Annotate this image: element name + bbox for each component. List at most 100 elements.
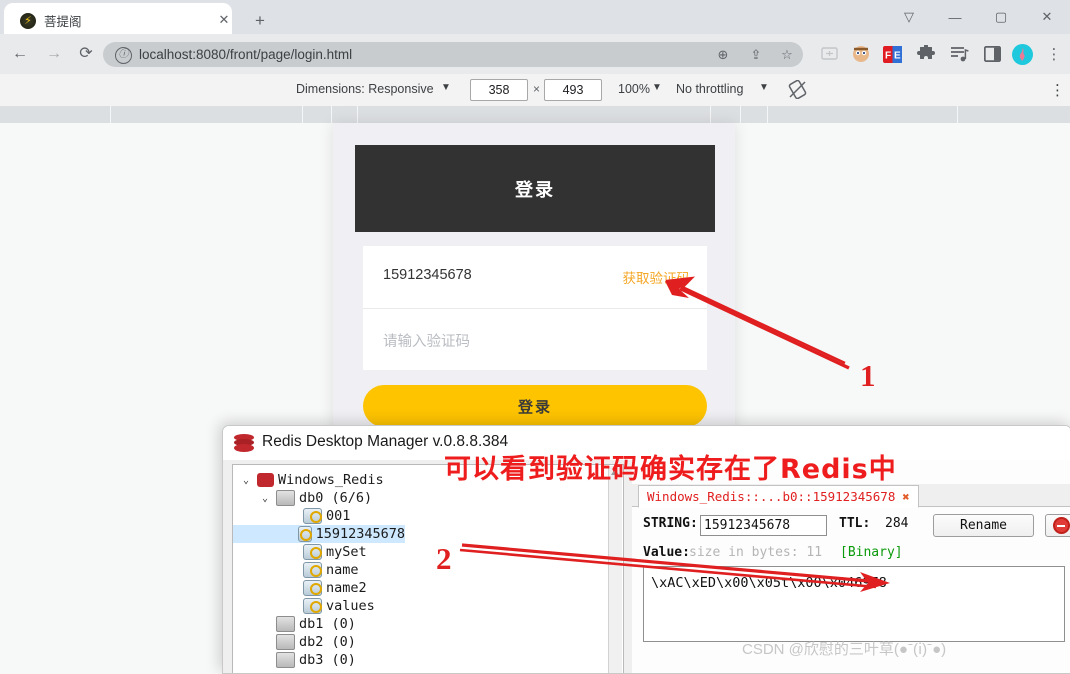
phone-input[interactable]: 15912345678: [383, 267, 472, 283]
back-icon[interactable]: ←: [8, 42, 32, 66]
forward-icon[interactable]: →: [42, 42, 66, 66]
puzzle-icon[interactable]: [915, 43, 937, 65]
lightning-icon: ⚡: [20, 13, 36, 29]
chevron-down-icon[interactable]: ⌄: [243, 475, 257, 486]
value-size: size in bytes: 11: [689, 545, 823, 560]
tree-node-label: mySet: [326, 544, 367, 560]
db-icon: [276, 652, 295, 668]
reading-list-icon[interactable]: [949, 43, 971, 65]
redis-key-tab-label: Windows_Redis::...b0::15912345678: [647, 489, 896, 504]
key-icon: [303, 508, 322, 524]
tree-node-label: Windows_Redis: [278, 472, 384, 488]
ttl-label: TTL:: [839, 516, 871, 531]
tree-node-label: 001: [326, 508, 351, 524]
chevron-down-icon[interactable]: ▼: [441, 82, 451, 93]
url-text: localhost:8080/front/page/login.html: [139, 47, 353, 62]
tree-node-label: name: [326, 562, 359, 578]
tree-node[interactable]: name2: [233, 579, 367, 597]
tree-node[interactable]: db1 (0): [233, 615, 356, 633]
redis-title-bar: Redis Desktop Manager v.0.8.8.384: [223, 426, 1070, 460]
redis-key-row: STRING: 15912345678 TTL: 284 Rename: [632, 512, 1070, 542]
key-icon: [303, 580, 322, 596]
fe-extension-icon[interactable]: FE: [881, 43, 903, 65]
tree-node[interactable]: 15912345678: [233, 525, 405, 543]
tree-node[interactable]: db3 (0): [233, 651, 356, 669]
key-name-field[interactable]: 15912345678: [700, 515, 827, 536]
redis-value-textarea[interactable]: \xAC\xED\x00\x05t\x00\x046978: [643, 566, 1065, 642]
avatar-extension-icon[interactable]: [850, 43, 872, 65]
tree-node-label: db1 (0): [299, 616, 356, 632]
kebab-menu-icon[interactable]: ⋮: [1043, 43, 1065, 65]
profile-avatar[interactable]: [1011, 43, 1033, 65]
site-info-icon[interactable]: ⓘ: [115, 47, 132, 64]
zoom-label[interactable]: 100%: [618, 82, 650, 96]
device-toolbar: Dimensions: Responsive ▼ 358 × 493 100% …: [0, 74, 1070, 107]
tree-node[interactable]: db2 (0): [233, 633, 356, 651]
code-input[interactable]: 请输入验证码: [383, 330, 470, 351]
login-header-title: 登录: [515, 179, 555, 200]
tree-node-label: db0 (6/6): [299, 490, 373, 506]
db-icon: [276, 634, 295, 650]
times-label: ×: [533, 82, 541, 96]
key-icon: [303, 544, 322, 560]
redis-key-tree[interactable]: ⌄ Windows_Redis ⌄ db0 (6/6) 001 15912345678 my…: [232, 464, 624, 673]
key-icon: [303, 562, 322, 578]
bookmark-icon[interactable]: ☆: [779, 47, 795, 63]
chevron-down-icon[interactable]: ▼: [759, 82, 769, 93]
dimensions-label[interactable]: Dimensions: Responsive: [296, 82, 434, 96]
tree-node[interactable]: values: [233, 597, 375, 615]
tree-scrollbar[interactable]: [608, 466, 622, 673]
close-icon[interactable]: ✕: [216, 12, 232, 28]
extra-caret-icon[interactable]: ▽: [886, 0, 932, 34]
csdn-watermark: CSDN @欣慰的三叶草(●ˉ(ⅰ)ˉ●): [742, 641, 947, 658]
key-icon: [298, 526, 312, 542]
redis-key-tab[interactable]: Windows_Redis::...b0::15912345678 ✖: [638, 485, 919, 508]
chevron-down-icon[interactable]: ▼: [652, 82, 662, 93]
minimize-icon[interactable]: —: [932, 0, 978, 34]
tab-title: 菩提阁: [44, 15, 82, 29]
redis-logo-icon: [234, 434, 254, 452]
cast-icon[interactable]: [818, 43, 840, 65]
device-more-icon[interactable]: ⋮: [1050, 81, 1065, 99]
tree-node-label: db2 (0): [299, 634, 356, 650]
tree-node-label: values: [326, 598, 375, 614]
tree-node[interactable]: ⌄ Windows_Redis: [233, 471, 384, 489]
rename-button[interactable]: Rename: [933, 514, 1034, 537]
browser-tab[interactable]: ⚡ 菩提阁 ✕: [4, 3, 232, 34]
height-input[interactable]: 493: [544, 79, 602, 101]
delete-circle-icon[interactable]: [1045, 514, 1070, 537]
rotate-icon[interactable]: [788, 79, 807, 104]
phone-row: 15912345678 获取验证码: [363, 246, 707, 309]
tree-node[interactable]: ⌄ db0 (6/6): [233, 489, 372, 507]
new-tab-button[interactable]: +: [246, 7, 274, 35]
login-submit-label: 登录: [517, 398, 552, 416]
tree-node-label: 15912345678: [315, 526, 405, 542]
redis-icon: [257, 473, 274, 487]
viewport-ruler[interactable]: [0, 106, 1070, 123]
side-panel-icon[interactable]: [981, 43, 1003, 65]
close-icon[interactable]: ✖: [902, 490, 909, 504]
tree-node[interactable]: 001: [233, 507, 350, 525]
share-icon[interactable]: ⇪: [748, 47, 764, 63]
tree-node[interactable]: name: [233, 561, 359, 579]
throttling-label[interactable]: No throttling: [676, 82, 743, 96]
tree-node-label: db3 (0): [299, 652, 356, 668]
type-label: STRING:: [643, 516, 698, 531]
redis-window-title: Redis Desktop Manager v.0.8.8.384: [262, 433, 509, 450]
width-input[interactable]: 358: [470, 79, 528, 101]
omnibox-toolbar: ← → ⟳ ⓘ localhost:8080/front/page/login.…: [0, 34, 1070, 74]
chevron-down-icon[interactable]: ⌄: [262, 493, 276, 504]
tree-node[interactable]: mySet: [233, 543, 367, 561]
address-bar[interactable]: ⓘ localhost:8080/front/page/login.html ⊕…: [103, 42, 803, 67]
search-icon[interactable]: ⊕: [715, 47, 731, 63]
redis-value-content: \xAC\xED\x00\x05t\x00\x046978: [651, 575, 887, 591]
tab-strip: ⚡ 菩提阁 ✕ + ▽ — ▢ ✕: [0, 0, 1070, 34]
binary-tag: [Binary]: [840, 545, 903, 560]
scroll-up-arrow[interactable]: [611, 469, 619, 475]
login-submit-button[interactable]: 登录: [363, 385, 707, 427]
redis-tab-strip: Windows_Redis::...b0::15912345678 ✖: [632, 484, 1070, 508]
close-window-icon[interactable]: ✕: [1024, 0, 1070, 34]
reload-icon[interactable]: ⟳: [74, 42, 98, 66]
get-code-button[interactable]: 获取验证码: [623, 267, 691, 287]
maximize-icon[interactable]: ▢: [978, 0, 1024, 34]
